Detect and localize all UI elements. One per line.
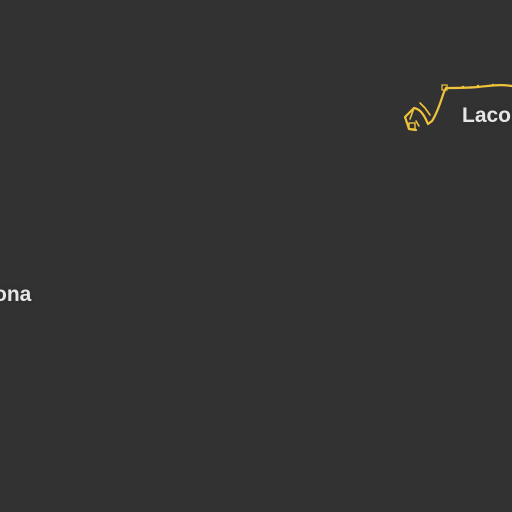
place-label-right[interactable]: Laco xyxy=(462,105,511,126)
node-icon xyxy=(491,83,495,87)
node-icon xyxy=(476,84,480,88)
place-label-left[interactable]: ona xyxy=(0,284,31,305)
node-icon xyxy=(461,85,465,89)
route-overlay xyxy=(403,83,512,132)
map-tile[interactable]: ona Laco xyxy=(0,0,512,512)
